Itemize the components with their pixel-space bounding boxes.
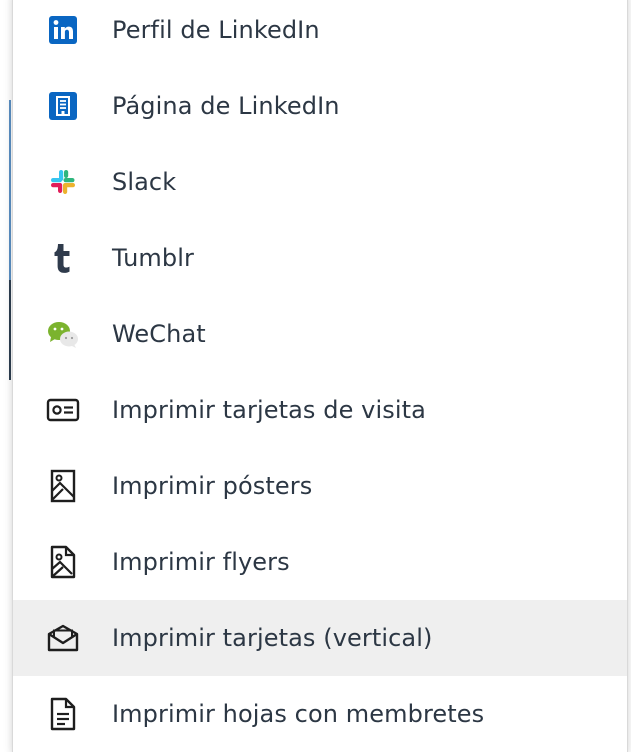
- wechat-icon: [43, 314, 83, 354]
- linkedin-icon: [43, 10, 83, 50]
- menu-item-label: Imprimir hojas con membretes: [112, 700, 485, 728]
- menu-item-print-flyers[interactable]: Imprimir flyers: [13, 524, 627, 600]
- linkedin-page-icon: [43, 86, 83, 126]
- menu-item-label: Tumblr: [112, 244, 194, 272]
- menu-item-tumblr[interactable]: Tumblr: [13, 220, 627, 296]
- background-accent-line-dark: [9, 280, 11, 380]
- menu-item-linkedin-profile[interactable]: Perfil de LinkedIn: [13, 0, 627, 68]
- menu-item-label: Imprimir tarjetas de visita: [112, 396, 426, 424]
- menu-item-print-business-cards[interactable]: Imprimir tarjetas de visita: [13, 372, 627, 448]
- menu-item-label: Slack: [112, 168, 177, 196]
- menu-item-print-vertical-cards[interactable]: Imprimir tarjetas (vertical): [13, 600, 627, 676]
- slack-icon: [43, 162, 83, 202]
- menu-item-label: Imprimir pósters: [112, 472, 313, 500]
- menu-item-label: Página de LinkedIn: [112, 92, 340, 120]
- menu-item-print-posters[interactable]: Imprimir pósters: [13, 448, 627, 524]
- menu-item-wechat[interactable]: WeChat: [13, 296, 627, 372]
- menu-item-label: WeChat: [112, 320, 206, 348]
- share-dropdown-menu: Perfil de LinkedIn Página de LinkedIn Sl…: [12, 0, 628, 752]
- flyer-icon: [43, 542, 83, 582]
- letterhead-icon: [43, 694, 83, 734]
- menu-item-print-letterheads[interactable]: Imprimir hojas con membretes: [13, 676, 627, 752]
- poster-icon: [43, 466, 83, 506]
- business-card-icon: [43, 390, 83, 430]
- menu-item-label: Imprimir tarjetas (vertical): [112, 624, 433, 652]
- envelope-card-icon: [43, 618, 83, 658]
- tumblr-icon: [43, 238, 83, 278]
- menu-item-slack[interactable]: Slack: [13, 144, 627, 220]
- menu-item-linkedin-page[interactable]: Página de LinkedIn: [13, 68, 627, 144]
- menu-item-label: Perfil de LinkedIn: [112, 16, 320, 44]
- menu-item-label: Imprimir flyers: [112, 548, 290, 576]
